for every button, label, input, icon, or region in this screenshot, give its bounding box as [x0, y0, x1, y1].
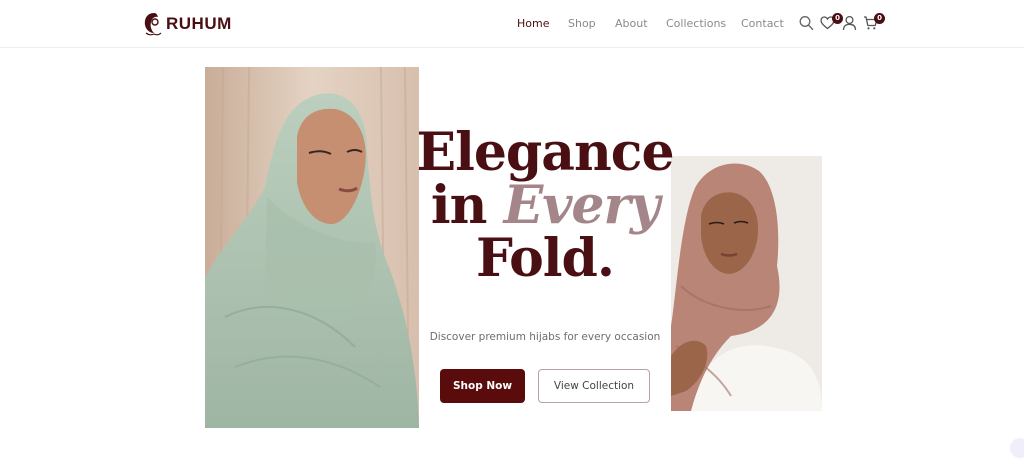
hero-subtitle: Discover premium hijabs for every occasi…: [429, 331, 661, 343]
site-header: RUHUM Home Shop About Collections Contac…: [0, 0, 1024, 48]
search-icon[interactable]: [799, 15, 814, 31]
headline-line-3: Fold.: [476, 228, 615, 289]
chat-widget-button[interactable]: [1010, 438, 1024, 458]
headline-in: in: [430, 175, 488, 236]
brand-logo[interactable]: RUHUM: [142, 10, 232, 38]
nav-collections[interactable]: Collections: [666, 17, 726, 30]
hero-image-right: [671, 156, 822, 411]
nav-contact[interactable]: Contact: [741, 17, 784, 30]
nav-home[interactable]: Home: [517, 17, 549, 30]
logo-emblem-icon: [144, 13, 162, 36]
brand-name: RUHUM: [166, 14, 232, 33]
shop-now-button[interactable]: Shop Now: [440, 369, 525, 403]
hero-headline: Elegance in Every Fold.: [416, 126, 674, 285]
headline-line-1: Elegance: [416, 122, 674, 183]
user-icon[interactable]: [842, 15, 857, 31]
nav-about[interactable]: About: [615, 17, 648, 30]
headline-line-2: in Every: [416, 179, 674, 232]
cart-count-badge: 0: [874, 13, 885, 24]
nav-shop[interactable]: Shop: [568, 17, 596, 30]
view-collection-button[interactable]: View Collection: [538, 369, 650, 403]
hero-image-left: [205, 67, 419, 428]
headline-accent: Every: [503, 175, 661, 236]
